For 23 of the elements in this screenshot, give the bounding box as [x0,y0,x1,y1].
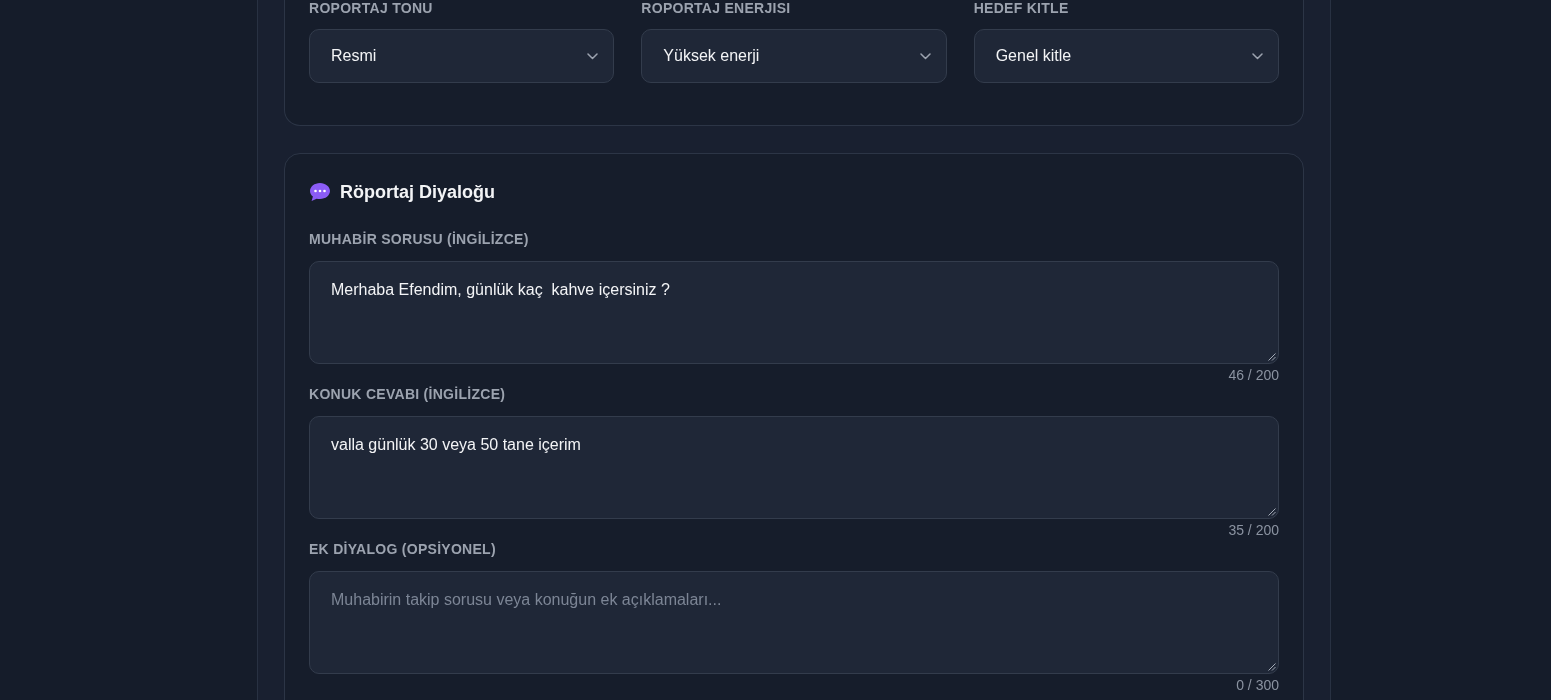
select-field[interactable]: Resmi [309,29,615,83]
chat-bubble-icon [309,182,331,202]
resize-grip-icon [1268,508,1276,516]
field-label: ROPORTAJ ENERJISI [641,0,791,17]
field-label: EK DİYALOG (OPSİYONEL) [309,540,496,559]
resize-grip-icon [1268,663,1276,671]
text-area[interactable]: Merhaba Efendim, günlük kaç kahve içersiniz ? [309,261,1279,364]
resize-grip-icon [1268,353,1276,361]
chevron-down-icon [587,52,599,60]
character-counter: 35 / 200 [1228,521,1279,540]
text-area[interactable]: valla günlük 30 veya 50 tane içerim [309,416,1279,519]
character-counter: 0 / 300 [1236,676,1279,695]
section-title: Röportaj Diyaloğu [340,181,495,204]
select-field[interactable]: Genel kitle [973,29,1279,83]
field-label: MUHABİR SORUSU (İNGİLİZCE) [309,230,529,249]
field-label: KONUK CEVABI (İNGİLİZCE) [309,385,506,404]
select-field[interactable]: Yüksek enerji [641,29,947,83]
character-counter: 46 / 200 [1228,366,1279,385]
chevron-down-icon [1252,52,1263,60]
text-area[interactable]: Muhabirin takip sorusu veya konuğun ek açıklamaları... [309,571,1279,674]
field-label: ROPORTAJ TONU [309,0,433,17]
chevron-down-icon [919,52,931,60]
field-label: HEDEF KITLE [973,0,1069,17]
